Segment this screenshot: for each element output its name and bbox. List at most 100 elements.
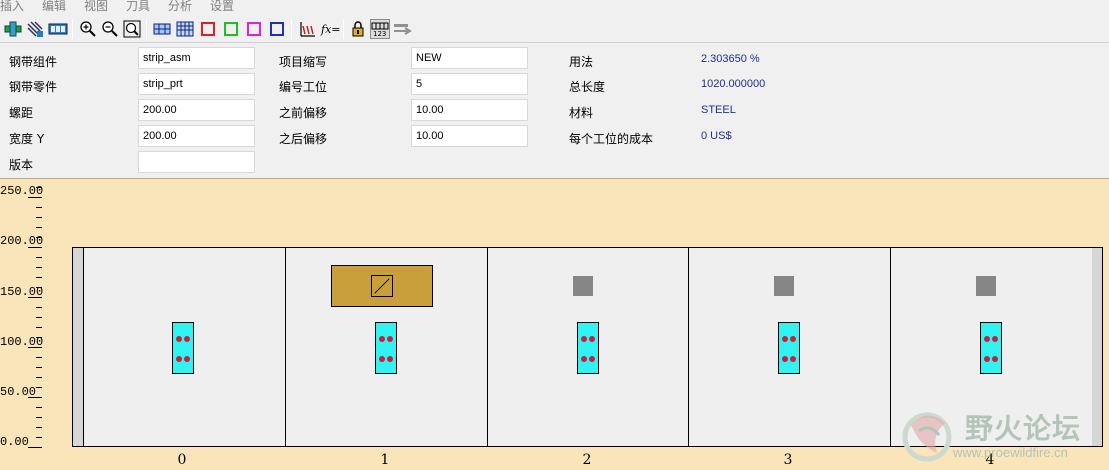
- strip-asm-field[interactable]: strip_asm: [138, 47, 255, 69]
- watermark-title: 野火论坛: [965, 412, 1082, 445]
- pilot-hole: [782, 336, 788, 342]
- pilot-hole: [984, 356, 990, 362]
- pitch-field[interactable]: 200.00: [138, 99, 255, 121]
- forum-watermark: 野火论坛 www.proewildfire.cn: [893, 405, 1107, 469]
- menu-tools[interactable]: 刀具: [126, 0, 150, 14]
- ruler-tick: [28, 297, 42, 298]
- material-label: 材料: [569, 106, 594, 120]
- pilot-hole: [387, 336, 393, 342]
- strip-add-button[interactable]: [3, 19, 23, 39]
- next-arrow-button[interactable]: [393, 19, 413, 39]
- station-number: 3: [783, 452, 793, 468]
- color-green-button[interactable]: [221, 19, 241, 39]
- color-blue-button[interactable]: [267, 19, 287, 39]
- menu-analysis[interactable]: 分析: [168, 0, 192, 14]
- width-y-field[interactable]: 200.00: [138, 125, 255, 147]
- lock-button[interactable]: [348, 19, 368, 39]
- total-length-label: 总长度: [569, 80, 606, 94]
- pilot-hole: [581, 336, 587, 342]
- pilot-hole: [790, 336, 796, 342]
- version-field[interactable]: [138, 151, 255, 173]
- ruler-tick: [28, 347, 42, 348]
- pilot-punch: [375, 322, 397, 374]
- numbering-icon: 123: [371, 22, 389, 37]
- station-3[interactable]: [688, 248, 890, 446]
- color-magenta-button[interactable]: [244, 19, 264, 39]
- toolbar: fx= 123: [0, 14, 1109, 42]
- forum-logo-icon: [902, 412, 952, 462]
- ruler-tick: [36, 287, 42, 288]
- ruler-tick: [36, 307, 42, 308]
- toolbar-separator: [291, 19, 292, 39]
- view-grid-icon: [176, 21, 194, 37]
- numbering-button[interactable]: 123: [370, 19, 390, 39]
- pilot-punch: [980, 322, 1002, 374]
- project-abbr-field[interactable]: NEW: [411, 47, 528, 69]
- red-square-icon: [201, 22, 215, 36]
- menu-edit[interactable]: 编辑: [42, 0, 66, 14]
- zoom-fit-icon: [123, 20, 141, 38]
- menu-settings[interactable]: 设置: [210, 0, 234, 14]
- ruler-tick: [36, 227, 42, 228]
- project-abbr-label: 项目缩写: [279, 55, 328, 69]
- menu-view[interactable]: 视图: [84, 0, 108, 14]
- version-label: 版本: [9, 158, 34, 172]
- view-strip-button[interactable]: [152, 19, 172, 39]
- cutout-square: [774, 276, 794, 296]
- ruler-tick: [36, 257, 42, 258]
- hatch-tool-button[interactable]: [25, 19, 45, 39]
- station-1[interactable]: [285, 248, 487, 446]
- station-count-field[interactable]: 5: [411, 73, 528, 95]
- cut-feature[interactable]: [331, 265, 433, 307]
- strip-prt-label: 钢带零件: [9, 80, 58, 94]
- ruler-tick: [28, 197, 42, 198]
- ruler-tick: [36, 417, 42, 418]
- width-y-label: 宽度 Y: [9, 132, 45, 146]
- pilot-hole: [782, 356, 788, 362]
- pilot-hole: [992, 356, 998, 362]
- ruler-tick: [36, 407, 42, 408]
- pilot-punch: [577, 322, 599, 374]
- arrow-right-icon: [394, 24, 412, 35]
- zoom-fit-button[interactable]: [122, 19, 142, 39]
- zoom-out-button[interactable]: [100, 19, 120, 39]
- strip-layout-canvas[interactable]: 250.00 200.00 150.00 100.00 50.00 0.00 0…: [0, 178, 1109, 470]
- ruler-tick: [36, 317, 42, 318]
- usage-label: 用法: [569, 55, 594, 69]
- pilot-punch: [172, 322, 194, 374]
- measure-button[interactable]: [297, 19, 317, 39]
- film-strip-button[interactable]: [48, 19, 68, 39]
- material-value: STEEL: [701, 104, 736, 116]
- color-red-button[interactable]: [198, 19, 218, 39]
- cost-per-station-value: 0 US$: [701, 130, 732, 142]
- svg-text:fx=: fx=: [320, 23, 340, 36]
- ruler-tick: [28, 397, 42, 398]
- station-2[interactable]: [487, 248, 689, 446]
- ruler-tick: [36, 327, 42, 328]
- pilot-hole: [379, 336, 385, 342]
- offset-before-field[interactable]: 10.00: [411, 99, 528, 121]
- zoom-in-button[interactable]: [78, 19, 98, 39]
- zoom-in-icon: [80, 21, 96, 37]
- view-grid-button[interactable]: [175, 19, 195, 39]
- pilot-hole: [379, 356, 385, 362]
- pitch-label: 螺距: [9, 106, 34, 120]
- strip-left-end: [73, 248, 83, 446]
- station-0[interactable]: [83, 248, 285, 446]
- station-number: 0: [177, 452, 187, 468]
- cutout-square: [976, 276, 996, 296]
- measure-icon: [300, 22, 315, 37]
- pilot-hole: [184, 336, 190, 342]
- strip-prt-field[interactable]: strip_prt: [138, 73, 255, 95]
- station-count-label: 编号工位: [279, 80, 328, 94]
- offset-after-field[interactable]: 10.00: [411, 125, 528, 147]
- feature-x-icon: [371, 275, 393, 297]
- toolbar-separator: [146, 19, 147, 39]
- function-button[interactable]: fx=: [320, 19, 340, 39]
- toolbar-separator: [72, 19, 73, 39]
- ruler-tick: [36, 367, 42, 368]
- green-square-icon: [224, 22, 238, 36]
- menu-insert[interactable]: 插入: [0, 0, 24, 14]
- strip-parameters-panel: 钢带组件 strip_asm 钢带零件 strip_prt 螺距 200.00 …: [0, 42, 1109, 178]
- toolbar-separator: [343, 19, 344, 39]
